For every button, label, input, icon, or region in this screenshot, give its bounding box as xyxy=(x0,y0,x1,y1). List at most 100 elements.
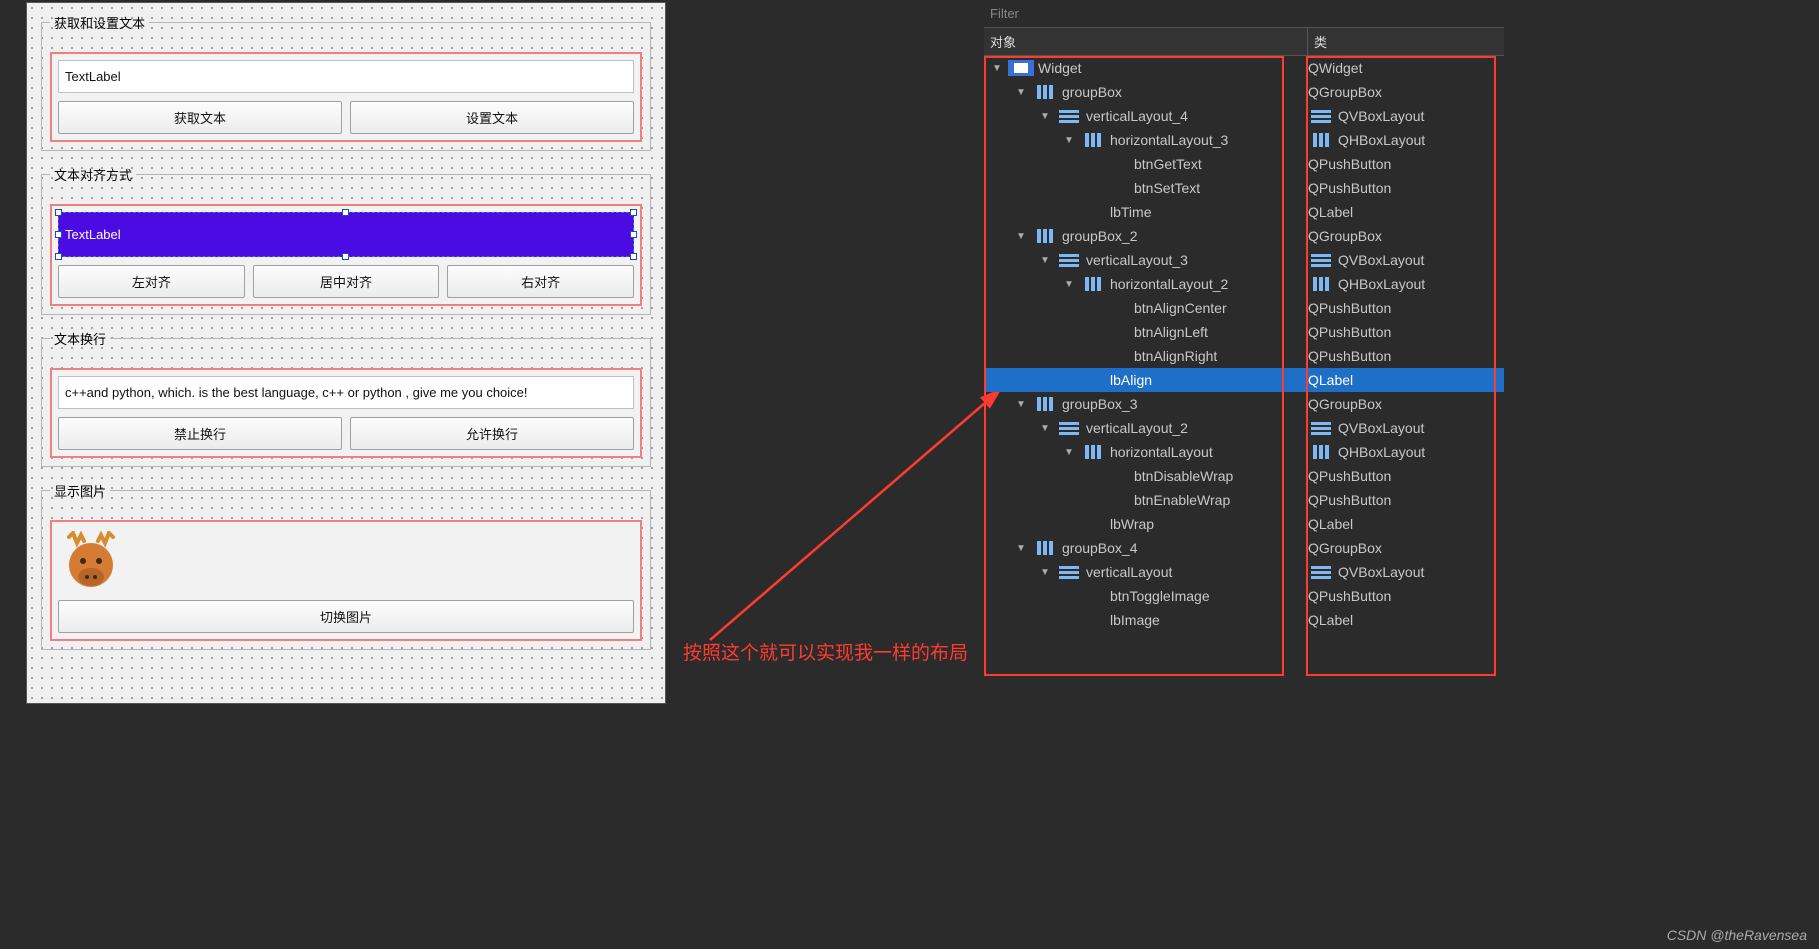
object-tree[interactable]: ▼WidgetQWidget▼groupBoxQGroupBox▼vertica… xyxy=(984,56,1504,632)
btn-align-right[interactable]: 右对齐 xyxy=(447,265,634,298)
object-name: Widget xyxy=(1038,60,1082,76)
tree-row[interactable]: ▼groupBox_2QGroupBox xyxy=(984,224,1504,248)
hlayout-icon xyxy=(1032,228,1058,244)
expand-toggle[interactable]: ▼ xyxy=(1014,543,1028,554)
groupbox-title: 获取和设置文本 xyxy=(50,13,149,32)
tree-row[interactable]: ▼verticalLayout_2QVBoxLayout xyxy=(984,416,1504,440)
btn-disable-wrap[interactable]: 禁止换行 xyxy=(58,417,342,450)
resize-handle[interactable] xyxy=(55,231,62,238)
object-name: btnAlignRight xyxy=(1134,348,1217,364)
column-class[interactable]: 类 xyxy=(1308,28,1504,55)
expand-toggle[interactable]: ▼ xyxy=(1062,279,1076,290)
class-name: QGroupBox xyxy=(1308,396,1382,412)
tree-row[interactable]: btnGetText QPushButton xyxy=(984,152,1504,176)
class-name: QVBoxLayout xyxy=(1338,420,1424,436)
tree-row[interactable]: btnToggleImageQPushButton xyxy=(984,584,1504,608)
tree-row[interactable]: btnSetTextQPushButton xyxy=(984,176,1504,200)
vlayout-icon xyxy=(1308,252,1334,268)
resize-handle[interactable] xyxy=(630,231,637,238)
class-name: QGroupBox xyxy=(1308,540,1382,556)
moose-icon xyxy=(58,528,124,594)
tree-row[interactable]: btnAlignCenterQPushButton xyxy=(984,296,1504,320)
tree-row[interactable]: ▼ groupBox_4 QGroupBox xyxy=(984,536,1504,560)
resize-handle[interactable] xyxy=(342,209,349,216)
tree-row[interactable]: lbImageQLabel xyxy=(984,608,1504,632)
column-object[interactable]: 对象 xyxy=(984,28,1308,55)
object-name: groupBox_3 xyxy=(1062,396,1138,412)
resize-handle[interactable] xyxy=(55,209,62,216)
expand-toggle[interactable]: ▼ xyxy=(1014,87,1028,98)
expand-toggle[interactable]: ▼ xyxy=(1038,567,1052,578)
object-name: verticalLayout xyxy=(1086,564,1172,580)
layout-box: c++and python, which. is the best langua… xyxy=(50,368,642,458)
expand-toggle[interactable]: ▼ xyxy=(990,63,1004,74)
object-name: verticalLayout_3 xyxy=(1086,252,1188,268)
expand-toggle[interactable]: ▼ xyxy=(1038,255,1052,266)
filter-input[interactable]: Filter xyxy=(984,0,1504,27)
resize-handle[interactable] xyxy=(630,209,637,216)
hlayout-icon xyxy=(1080,132,1106,148)
object-name: btnSetText xyxy=(1134,180,1200,196)
object-name: groupBox_4 xyxy=(1062,540,1138,556)
class-name: QGroupBox xyxy=(1308,84,1382,100)
btn-get-text[interactable]: 获取文本 xyxy=(58,101,342,134)
class-name: QLabel xyxy=(1308,612,1353,628)
btn-align-left[interactable]: 左对齐 xyxy=(58,265,245,298)
object-name: btnGetText xyxy=(1134,156,1202,172)
layout-box: 切换图片 xyxy=(50,520,642,641)
hlayout-icon xyxy=(1032,540,1058,556)
class-name: QPushButton xyxy=(1308,156,1391,172)
tree-row[interactable]: ▼horizontalLayout_3QHBoxLayout xyxy=(984,128,1504,152)
hlayout-icon xyxy=(1032,84,1058,100)
annotation-text: 按照这个就可以实现我一样的布局 xyxy=(683,638,968,665)
hlayout-icon xyxy=(1308,132,1334,148)
tree-row[interactable]: btnAlignLeftQPushButton xyxy=(984,320,1504,344)
btn-align-center[interactable]: 居中对齐 xyxy=(253,265,440,298)
object-name: btnDisableWrap xyxy=(1134,468,1233,484)
vlayout-icon xyxy=(1308,564,1334,580)
btn-enable-wrap[interactable]: 允许换行 xyxy=(350,417,634,450)
tree-row[interactable]: ▼horizontalLayout_2QHBoxLayout xyxy=(984,272,1504,296)
btn-toggle-image[interactable]: 切换图片 xyxy=(58,600,634,633)
resize-handle[interactable] xyxy=(55,253,62,260)
class-name: QVBoxLayout xyxy=(1338,564,1424,580)
resize-handle[interactable] xyxy=(342,253,349,260)
tree-row[interactable]: ▼groupBoxQGroupBox xyxy=(984,80,1504,104)
tree-row[interactable]: ▼verticalLayout_3QVBoxLayout xyxy=(984,248,1504,272)
object-name: verticalLayout_4 xyxy=(1086,108,1188,124)
class-name: QLabel xyxy=(1308,516,1353,532)
groupbox-align: 文本对齐方式 TextLabel 左对齐 居中对齐 右对齐 xyxy=(41,165,651,315)
designer-canvas: 获取和设置文本 TextLabel 获取文本 设置文本 文本对齐方式 TextL… xyxy=(26,2,666,704)
tree-row[interactable]: ▼ groupBox_3 QGroupBox xyxy=(984,392,1504,416)
groupbox-title: 显示图片 xyxy=(50,481,110,500)
tree-row[interactable]: ▼verticalLayout_4QVBoxLayout xyxy=(984,104,1504,128)
layout-box: TextLabel 获取文本 设置文本 xyxy=(50,52,642,142)
object-inspector: Filter 对象 类 ▼WidgetQWidget▼groupBoxQGrou… xyxy=(984,0,1504,700)
object-name: btnEnableWrap xyxy=(1134,492,1230,508)
vlayout-icon xyxy=(1308,420,1334,436)
expand-toggle[interactable]: ▼ xyxy=(1062,135,1076,146)
tree-row[interactable]: lbAlignQLabel xyxy=(984,368,1504,392)
expand-toggle[interactable]: ▼ xyxy=(1038,423,1052,434)
hlayout-icon xyxy=(1308,444,1334,460)
object-name: lbAlign xyxy=(1110,372,1152,388)
tree-row[interactable]: lbWrapQLabel xyxy=(984,512,1504,536)
expand-toggle[interactable]: ▼ xyxy=(1038,111,1052,122)
tree-row[interactable]: ▼WidgetQWidget xyxy=(984,56,1504,80)
expand-toggle[interactable]: ▼ xyxy=(1014,231,1028,242)
tree-row[interactable]: btnDisableWrapQPushButton xyxy=(984,464,1504,488)
expand-toggle[interactable]: ▼ xyxy=(1014,399,1028,410)
selected-label[interactable]: TextLabel xyxy=(58,212,634,257)
tree-row[interactable]: ▼horizontalLayoutQHBoxLayout xyxy=(984,440,1504,464)
btn-set-text[interactable]: 设置文本 xyxy=(350,101,634,134)
class-name: QPushButton xyxy=(1308,588,1391,604)
tree-row[interactable]: btnAlignRightQPushButton xyxy=(984,344,1504,368)
expand-toggle[interactable]: ▼ xyxy=(1062,447,1076,458)
wrap-label: c++and python, which. is the best langua… xyxy=(58,376,634,409)
tree-row[interactable]: btnEnableWrapQPushButton xyxy=(984,488,1504,512)
groupbox-title: 文本换行 xyxy=(50,329,110,348)
tree-row[interactable]: ▼ verticalLayout QVBoxLayout xyxy=(984,560,1504,584)
object-name: btnAlignCenter xyxy=(1134,300,1227,316)
resize-handle[interactable] xyxy=(630,253,637,260)
tree-row[interactable]: lbTimeQLabel xyxy=(984,200,1504,224)
